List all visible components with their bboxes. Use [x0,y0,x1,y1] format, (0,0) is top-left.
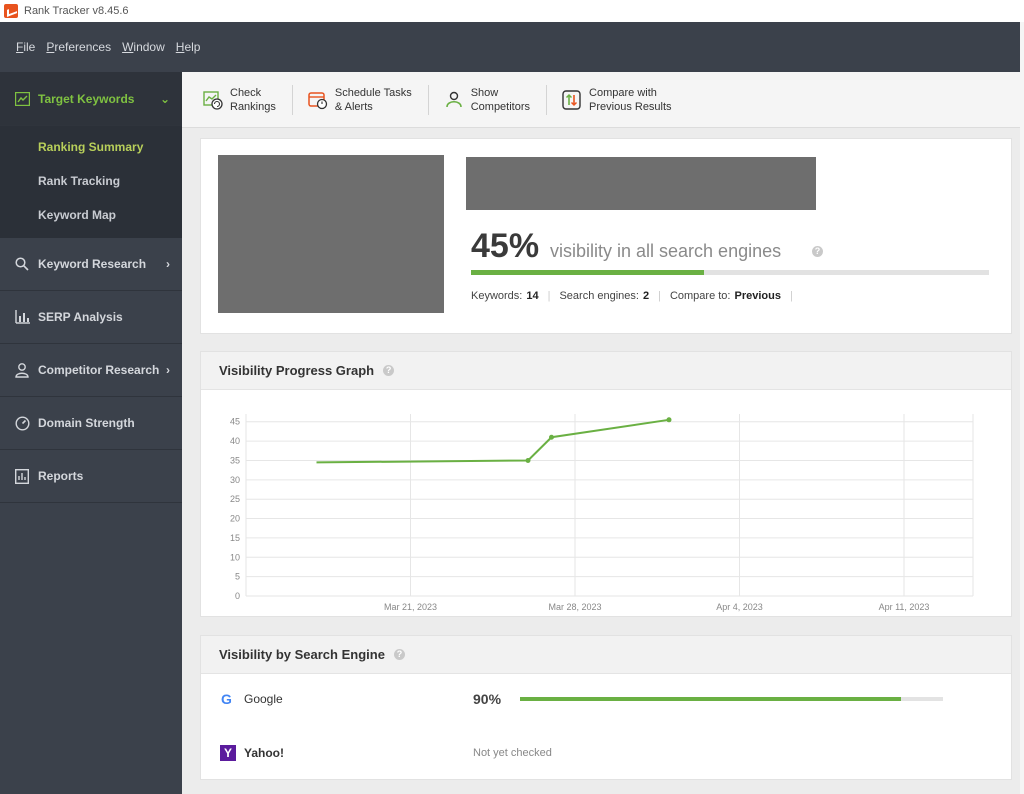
x-tick-label: Mar 21, 2023 [384,602,437,612]
engine-row-yahoo: Y Yahoo! Not yet checked [201,728,1013,778]
y-tick-label: 35 [230,455,240,465]
compare-to-stat[interactable]: Compare to: Previous [670,290,781,302]
y-tick-label: 5 [235,572,240,582]
engine-status: Not yet checked [473,747,552,759]
summary-stats: Keywords: 14 | Search engines: 2 | Compare… [471,290,793,302]
sidebar-item-competitor-research[interactable]: Competitor Research › [0,344,182,397]
data-point [549,434,554,440]
report-icon [14,468,30,484]
x-tick-label: Apr 4, 2023 [716,602,763,612]
window-edge [1020,22,1024,794]
menu-window[interactable]: Window [122,40,165,54]
site-thumbnail [218,155,444,313]
x-tick-label: Apr 11, 2023 [879,602,930,612]
chevron-down-icon: ⌄ [159,91,170,106]
rank-tracker-logo-icon [4,4,18,18]
y-tick-label: 15 [230,533,240,543]
panel-header: Visibility Progress Graph ? [201,352,1011,390]
panel-header: Visibility by Search Engine ? [201,636,1011,674]
sidebar-item-keyword-map[interactable]: Keyword Map [0,198,182,232]
sidebar-item-label: SERP Analysis [38,310,123,324]
search-icon [14,256,30,272]
chevron-right-icon: › [166,363,170,377]
sidebar-item-label: Competitor Research [38,363,160,377]
google-logo-icon: G [221,691,232,707]
user-icon [14,362,30,378]
visibility-percent: 45% [471,227,540,265]
data-point [525,457,531,463]
target-keywords-submenu: Ranking Summary Rank Tracking Keyword Ma… [0,126,182,238]
engine-name: Google [244,692,283,706]
sidebar-item-target-keywords[interactable]: Target Keywords ⌄ [0,72,182,126]
sidebar-item-label: Reports [38,469,84,483]
chevron-right-icon: › [166,257,170,271]
y-tick-label: 45 [230,417,240,427]
project-title-redacted [466,157,816,210]
y-tick-label: 30 [230,475,240,485]
compare-results-button[interactable]: Compare with Previous Results [561,85,688,115]
gauge-icon [14,415,30,431]
sidebar-item-serp-analysis[interactable]: SERP Analysis [0,291,182,344]
y-tick-label: 0 [235,591,240,601]
sidebar-item-label: Keyword Research [38,257,147,271]
show-competitors-button[interactable]: Show Competitors [443,84,548,115]
bar-chart-icon [14,309,30,325]
engine-visibility-percent: 90% [473,691,502,707]
engine-progress-fill [520,697,901,701]
y-tick-label: 40 [230,436,240,446]
title-bar: Rank Tracker v8.45.6 [0,0,1024,22]
x-tick-label: Mar 28, 2023 [548,602,601,612]
sidebar-item-domain-strength[interactable]: Domain Strength [0,397,182,450]
engine-progress-bar [520,697,943,701]
engine-row-google: G Google 90% [201,674,1013,724]
sidebar-item-label: Domain Strength [38,416,135,430]
menu-bar: File Preferences Window Help [0,22,1024,72]
panel-title: Visibility by Search Engine [219,647,385,662]
visibility-line-chart: 0 5 10 15 20 25 30 35 40 45 Mar 21, 2023 Mar 28, 20… [230,414,974,612]
competitors-icon [445,91,462,107]
compare-arrows-icon [562,89,581,110]
visibility-progress-bar [471,270,989,275]
check-rankings-button[interactable]: Check Rankings [202,84,293,115]
y-tick-label: 25 [230,494,240,504]
y-tick-label: 10 [230,552,240,562]
yahoo-logo-icon: Y [220,745,236,761]
refresh-chart-icon [203,90,223,110]
help-icon[interactable]: ? [393,649,405,660]
search-engines-stat: Search engines: 2 [559,290,650,302]
sidebar-item-reports[interactable]: Reports [0,450,182,503]
sidebar-item-label: Target Keywords [38,91,135,106]
y-tick-label: 20 [230,514,240,524]
sidebar: Target Keywords ⌄ Ranking Summary Rank T… [0,72,182,794]
menu-file[interactable]: File [16,40,35,54]
calendar-alarm-icon [308,91,328,109]
panel-title: Visibility Progress Graph [219,363,375,378]
schedule-tasks-button[interactable]: Schedule Tasks & Alerts [307,84,429,115]
sidebar-item-rank-tracking[interactable]: Rank Tracking [0,164,182,198]
keywords-stat: Keywords: 14 [471,290,539,302]
visibility-caption: visibility in all search engines [550,241,782,261]
engine-name: Yahoo! [244,746,285,760]
visibility-by-engine-panel: Visibility by Search Engine ? G Google 9… [200,635,1012,780]
ranking-summary-panel: 45% visibility in all search engines ? K… [200,138,1012,334]
help-icon[interactable]: ? [383,365,395,376]
visibility-progress-panel: Visibility Progress Graph ? 0 5 10 15 20 25 30… [200,351,1012,617]
data-point [666,417,672,423]
menu-preferences[interactable]: Preferences [46,40,111,54]
menu-help[interactable]: Help [176,40,201,54]
visibility-progress-fill [471,270,705,275]
trend-chart-icon [14,91,30,107]
window-title: Rank Tracker v8.45.6 [24,5,129,17]
sidebar-item-keyword-research[interactable]: Keyword Research › [0,238,182,291]
toolbar: Check Rankings Schedule Tasks & Alerts Sho… [182,72,1024,128]
help-icon[interactable]: ? [812,246,823,257]
sidebar-item-ranking-summary[interactable]: Ranking Summary [0,130,182,164]
